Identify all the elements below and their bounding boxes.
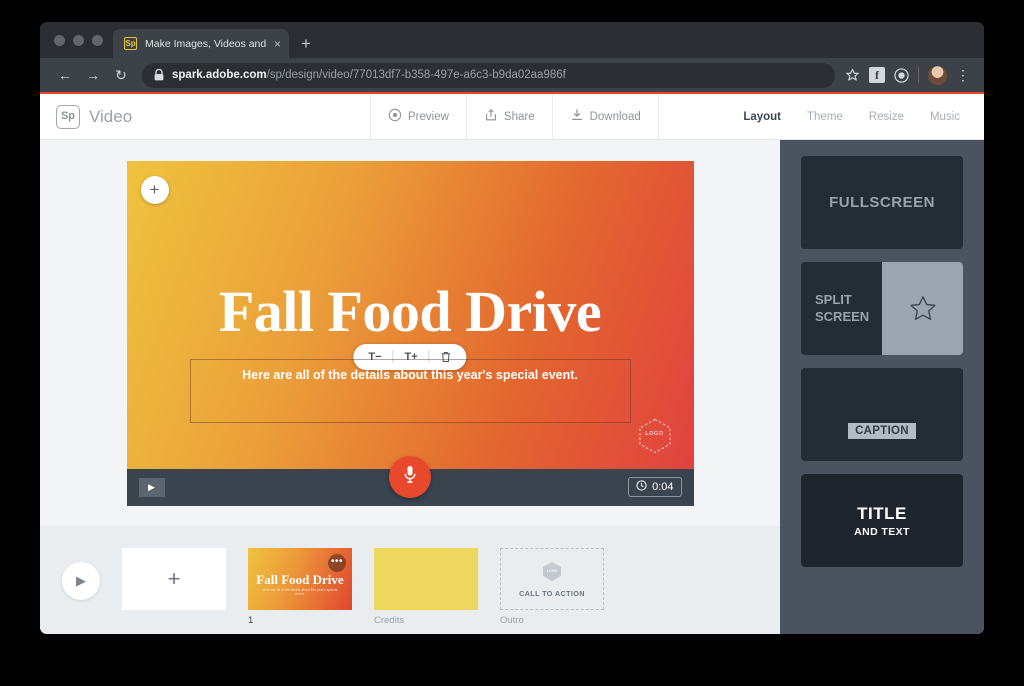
star-icon — [882, 262, 963, 355]
star-icon[interactable] — [845, 68, 860, 83]
tab-music[interactable]: Music — [930, 111, 960, 123]
share-upload-icon — [484, 108, 498, 125]
preview-label: Preview — [408, 110, 449, 123]
outro-logo-label: LOGO — [547, 568, 557, 573]
slide-options-menu-button[interactable]: ••• — [328, 554, 346, 572]
download-icon — [570, 108, 584, 125]
record-voice-button[interactable] — [389, 455, 431, 498]
slide-slot: Fall Food Drive Here are all of the deta… — [248, 548, 352, 626]
outro-logo-icon: LOGO — [542, 561, 562, 582]
header-tool-group: Preview Share Download — [370, 94, 659, 140]
timeline-slide-credits[interactable] — [374, 548, 478, 610]
spark-video-app: Sp Video Preview Share Download Layout T… — [40, 94, 984, 634]
download-button[interactable]: Download — [551, 94, 659, 140]
layout-options-panel: FULLSCREEN SPLIT SCREEN CAPTION TITLE AN… — [780, 140, 984, 634]
slide-subtitle-text: Here are all of the details about this y… — [242, 367, 578, 382]
tab-strip: Sp Make Images, Videos and Web × + — [40, 22, 984, 58]
outro-slot: LOGO CALL TO ACTION Outro — [500, 548, 604, 626]
tab-theme[interactable]: Theme — [807, 111, 843, 123]
app-brand: Sp Video — [40, 104, 370, 129]
header-nav: Layout Theme Resize Music — [743, 111, 984, 123]
preview-button[interactable]: Preview — [370, 94, 466, 140]
split-screen-line2: SCREEN — [815, 308, 870, 324]
title-and-text-subtitle: AND TEXT — [854, 525, 910, 538]
maximize-window-button[interactable] — [92, 34, 103, 46]
timeline-play-button[interactable]: ▶ — [62, 562, 100, 600]
timeline-slide-1[interactable]: Fall Food Drive Here are all of the deta… — [248, 548, 352, 610]
add-slide-slot: + — [122, 548, 226, 610]
lock-icon — [154, 69, 164, 81]
reload-icon[interactable]: ↻ — [108, 62, 134, 88]
forward-arrow-icon[interactable]: → — [80, 62, 106, 88]
tab-resize[interactable]: Resize — [869, 111, 904, 123]
minimize-window-button[interactable] — [73, 34, 84, 46]
close-window-button[interactable] — [54, 34, 65, 46]
share-button[interactable]: Share — [465, 94, 552, 140]
url-path: /sp/design/video/77013df7-b358-497e-a6c3… — [266, 69, 566, 81]
slide-thumb-title: Fall Food Drive — [256, 572, 344, 587]
credits-label: Credits — [374, 615, 405, 626]
slide-thumb-subtitle: Here are all of the details about this y… — [262, 588, 338, 596]
browser-tab[interactable]: Sp Make Images, Videos and Web × — [113, 29, 289, 58]
editor-column: + Fall Food Drive T− T+ Here are all of … — [40, 140, 780, 634]
layout-option-title-and-text[interactable]: TITLE AND TEXT — [801, 474, 963, 567]
canvas-area: + Fall Food Drive T− T+ Here are all of … — [40, 140, 780, 526]
address-bar[interactable]: spark.adobe.com/sp/design/video/77013df7… — [142, 62, 835, 88]
slide-index-label: 1 — [248, 615, 254, 626]
split-screen-label: SPLIT SCREEN — [801, 262, 882, 355]
window-controls — [50, 22, 113, 58]
url-domain: spark.adobe.com — [172, 69, 267, 81]
app-title: Video — [89, 106, 133, 126]
outro-label: Outro — [500, 615, 524, 626]
spark-favicon: Sp — [124, 37, 137, 50]
timeline-slide-outro[interactable]: LOGO CALL TO ACTION — [500, 548, 604, 610]
kebab-menu-icon[interactable]: ⋮ — [956, 67, 970, 84]
layout-option-caption[interactable]: CAPTION — [801, 368, 963, 461]
credits-slot: Credits — [374, 548, 478, 626]
slide-timeline: ▶ + Fall Food Drive Here are all of the … — [40, 526, 780, 634]
caption-badge: CAPTION — [848, 423, 916, 439]
slide-canvas[interactable]: + Fall Food Drive T− T+ Here are all of … — [126, 160, 694, 506]
app-body: + Fall Food Drive T− T+ Here are all of … — [40, 140, 984, 634]
title-and-text-title: TITLE — [857, 503, 907, 523]
split-screen-line1: SPLIT — [815, 292, 852, 308]
layout-option-split-screen[interactable]: SPLIT SCREEN — [801, 262, 963, 355]
new-tab-button[interactable]: + — [289, 30, 323, 58]
app-header: Sp Video Preview Share Download Layout T… — [40, 94, 984, 140]
add-media-button[interactable]: + — [140, 175, 169, 204]
microphone-icon — [403, 465, 417, 489]
toolbar-icons: f ⋮ — [845, 65, 972, 85]
add-slide-button[interactable]: + — [122, 548, 226, 610]
url-text: spark.adobe.com/sp/design/video/77013df7… — [172, 69, 566, 81]
tab-layout[interactable]: Layout — [743, 111, 781, 123]
browser-tab-title: Make Images, Videos and Web — [145, 37, 266, 50]
duration-badge: 0:04 — [628, 477, 682, 497]
layout-option-fullscreen[interactable]: FULLSCREEN — [801, 156, 963, 249]
play-button[interactable]: ▶ — [138, 477, 165, 497]
call-to-action-label: CALL TO ACTION — [519, 588, 585, 598]
download-label: Download — [589, 110, 641, 123]
spark-logo[interactable]: Sp — [56, 104, 80, 129]
extension-icon[interactable] — [894, 67, 909, 83]
profile-avatar[interactable] — [928, 65, 947, 85]
logo-placeholder[interactable]: LOGO — [638, 418, 672, 454]
toolbar-divider — [918, 67, 919, 83]
eye-icon — [388, 108, 402, 125]
logo-placeholder-label: LOGO — [645, 430, 664, 437]
player-bar: ▶ 0:04 — [126, 455, 694, 506]
browser-toolbar: ← → ↻ spark.adobe.com/sp/design/video/77… — [40, 58, 984, 94]
close-tab-icon[interactable]: × — [274, 38, 281, 50]
slide-title-text[interactable]: Fall Food Drive — [127, 282, 694, 341]
duration-text: 0:04 — [652, 481, 674, 493]
share-label: Share — [503, 110, 535, 123]
slide-subtitle-box[interactable]: Here are all of the details about this y… — [189, 358, 631, 423]
back-arrow-icon[interactable]: ← — [52, 62, 78, 88]
browser-window: Sp Make Images, Videos and Web × + ← → ↻… — [40, 22, 984, 634]
clock-icon — [636, 480, 647, 494]
facebook-icon[interactable]: f — [869, 67, 885, 83]
